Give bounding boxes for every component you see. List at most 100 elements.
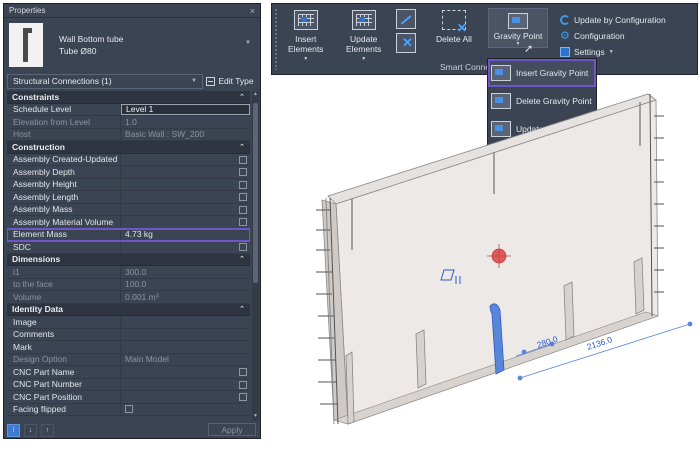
checkbox[interactable] (239, 380, 247, 389)
checkbox[interactable] (239, 243, 247, 251)
properties-title-bar[interactable]: Properties × (4, 4, 260, 18)
checkbox[interactable] (239, 155, 247, 164)
gear-icon: ⚙ (560, 30, 570, 42)
property-value: 1.0 (121, 116, 250, 128)
type-text: Wall Bottom tube Tube Ø80 (59, 33, 123, 57)
property-name: CNC Part Number (7, 378, 121, 390)
collapse-chevron-icon[interactable]: ⌃ (239, 305, 245, 313)
apply-button[interactable]: Apply (208, 423, 256, 436)
property-value[interactable] (121, 366, 250, 378)
property-value[interactable] (121, 154, 250, 166)
mouse-cursor-icon: ➚ (524, 43, 534, 55)
type-family: Wall Bottom tube (59, 34, 124, 44)
property-name: Image (7, 316, 121, 328)
properties-title: Properties (9, 6, 46, 15)
property-value[interactable] (121, 216, 250, 228)
group-title: Constraints (12, 91, 60, 102)
type-selector[interactable]: Wall Bottom tube Tube Ø80 ▼ (7, 20, 257, 70)
property-value-text: Main Model (125, 354, 169, 365)
property-row: Assembly Depth (7, 166, 250, 179)
property-row: Facing flipped (7, 403, 250, 416)
edit-type-label: Edit Type (218, 76, 254, 86)
pick-edit-icon[interactable] (396, 9, 416, 29)
property-name: Design Option (7, 353, 121, 365)
insert-elements-label-1: Insert (295, 34, 317, 44)
chevron-down-icon[interactable]: ▼ (245, 40, 251, 46)
ribbon-right-group: Update by Configuration ⚙ Configuration … (560, 12, 666, 60)
property-name: Assembly Mass (7, 203, 121, 215)
filter-row: Structural Connections (1) ▼ Edit Type (7, 73, 257, 89)
group-header[interactable]: Construction ⌃ (7, 141, 250, 154)
type-name: Tube Ø80 (59, 46, 97, 56)
panel-label: Smart Conne (440, 62, 491, 72)
property-value[interactable] (121, 191, 250, 203)
insert-gravity-point-icon (491, 65, 511, 81)
collapse-chevron-icon[interactable]: ⌃ (239, 255, 245, 263)
remove-selected-icon[interactable]: ✕ (396, 33, 416, 53)
element-filter-dropdown[interactable]: Structural Connections (1) ▼ (7, 73, 203, 89)
ribbon-grip[interactable] (274, 8, 278, 70)
property-value[interactable]: 4.73 kg (121, 229, 250, 241)
property-value[interactable] (121, 204, 250, 216)
checkbox[interactable] (239, 193, 247, 201)
refresh-icon (560, 15, 570, 25)
edit-type-button[interactable]: Edit Type (203, 74, 257, 89)
checkbox[interactable] (239, 180, 247, 189)
property-row: Schedule Level Level 1 (7, 103, 250, 116)
property-name: Assembly Depth (7, 166, 121, 178)
group-header[interactable]: Constraints ⌃ (7, 91, 250, 104)
element-filter-value: Structural Connections (1) (13, 76, 112, 86)
configuration-button[interactable]: ⚙ Configuration (560, 28, 666, 44)
checkbox[interactable] (239, 205, 247, 214)
property-value[interactable] (121, 379, 250, 391)
property-value[interactable] (121, 404, 250, 416)
checkbox[interactable] (125, 405, 133, 414)
close-icon[interactable]: × (250, 6, 255, 16)
checkbox[interactable] (239, 393, 247, 401)
scroll-up-icon[interactable]: ▲ (252, 91, 259, 99)
property-row: CNC Part Name (7, 366, 250, 379)
update-elements-button[interactable]: Update Elements ▼ (346, 10, 381, 64)
3d-viewport[interactable]: 280.0 2136.0 (270, 80, 700, 456)
checkbox[interactable] (239, 168, 247, 176)
property-value[interactable] (121, 166, 250, 178)
property-value-text: 1.0 (125, 116, 137, 127)
property-value[interactable]: Level 1 (121, 103, 250, 115)
update-elements-label-1: Update (350, 34, 378, 44)
collapse-chevron-icon[interactable]: ⌃ (239, 143, 245, 151)
categorized-sort-icon[interactable]: ⁝ (7, 423, 20, 437)
property-value[interactable] (121, 391, 250, 403)
chevron-down-icon: ▼ (515, 41, 521, 47)
insert-gravity-point-label: Insert Gravity Point (516, 68, 589, 78)
properties-scrollbar[interactable]: ▲ ▼ (252, 91, 259, 421)
delete-all-button[interactable]: Delete All (436, 10, 472, 44)
ribbon-panel: Insert Elements ▼ Update Elements ▼ ✕ De… (271, 3, 698, 75)
checkbox[interactable] (239, 218, 247, 226)
property-row: Assembly Material Volume (7, 216, 250, 229)
sort-descending-icon[interactable]: ↑ (41, 423, 54, 437)
group-header[interactable]: Dimensions ⌃ (7, 253, 250, 266)
properties-bottom-bar: ⁝ ↓ ↑ Apply (7, 422, 259, 438)
update-by-configuration-label: Update by Configuration (574, 15, 666, 25)
property-name: Volume (7, 291, 121, 303)
property-value[interactable] (121, 179, 250, 191)
property-value-text: 0.001 m³ (125, 291, 159, 302)
property-value[interactable] (121, 316, 250, 328)
sort-ascending-icon[interactable]: ↓ (24, 423, 37, 437)
property-value[interactable] (121, 241, 250, 253)
property-row: Elevation from Level 1.0 (7, 116, 250, 129)
checkbox[interactable] (239, 368, 247, 376)
property-name: Mark (7, 341, 121, 353)
update-by-configuration-button[interactable]: Update by Configuration (560, 12, 666, 28)
group-header[interactable]: Identity Data ⌃ (7, 303, 250, 316)
collapse-chevron-icon[interactable]: ⌃ (239, 93, 245, 101)
property-value[interactable] (121, 341, 250, 353)
insert-elements-button[interactable]: Insert Elements ▼ (288, 10, 323, 64)
property-value[interactable] (121, 329, 250, 341)
gravity-point-label: Gravity Point (493, 31, 543, 41)
delete-all-icon (441, 10, 467, 33)
scroll-thumb[interactable] (253, 103, 258, 283)
gravity-point-button[interactable]: Gravity Point ▼ (488, 8, 548, 48)
property-row: Assembly Height (7, 178, 250, 191)
scroll-down-icon[interactable]: ▼ (252, 413, 259, 421)
